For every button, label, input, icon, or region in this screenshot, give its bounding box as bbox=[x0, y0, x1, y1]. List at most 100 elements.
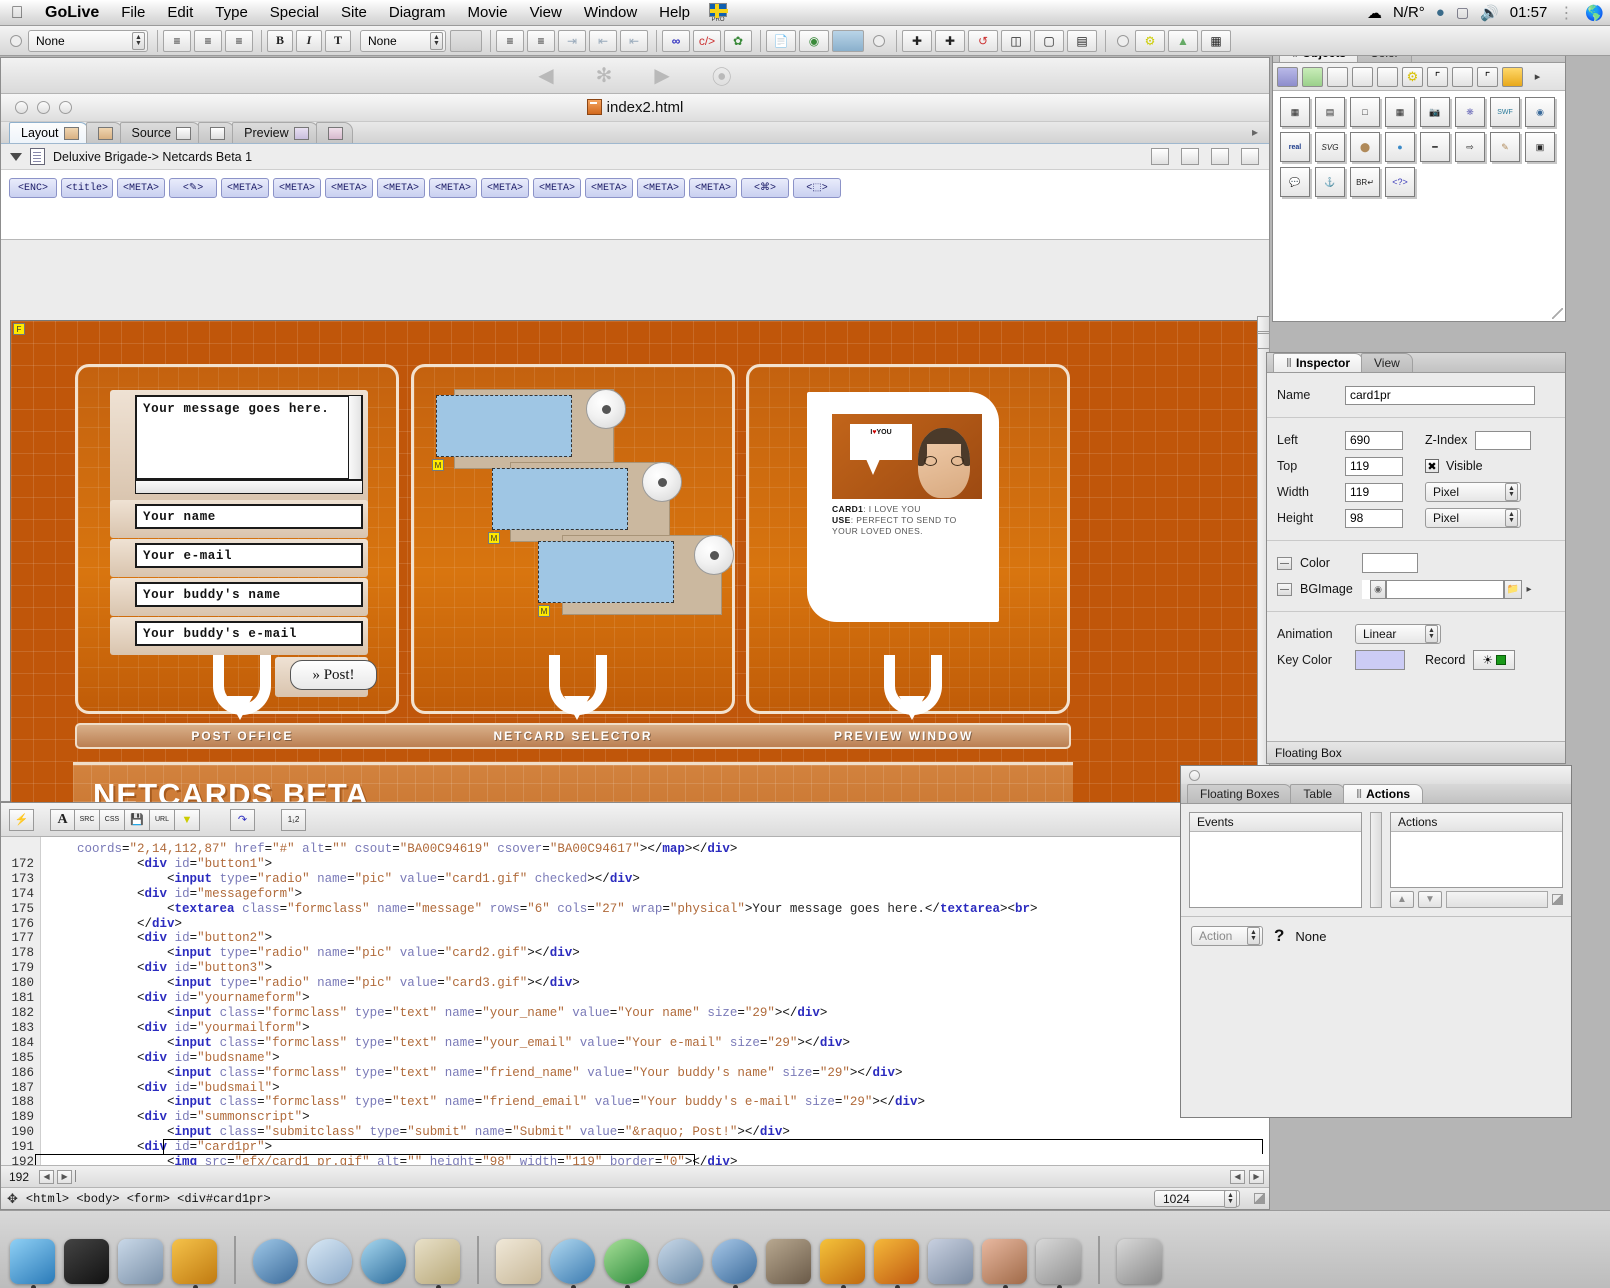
objects-palette-resize-handle[interactable] bbox=[1552, 308, 1563, 319]
marquee-object-icon[interactable]: ⇨ bbox=[1455, 132, 1485, 162]
align-right-button[interactable]: ≡ bbox=[225, 29, 253, 52]
head-tag-meta-7[interactable]: <META> bbox=[481, 178, 530, 198]
tab-overflow-icon[interactable]: ▸ bbox=[1252, 125, 1266, 141]
page-settings-icon[interactable] bbox=[1211, 148, 1229, 165]
head-tag-meta-2[interactable]: <META> bbox=[221, 178, 270, 198]
dock-sherlock-icon[interactable] bbox=[253, 1239, 298, 1284]
tab-frames[interactable] bbox=[85, 122, 123, 143]
tab-view[interactable]: View bbox=[1361, 353, 1413, 372]
dock-preview-icon[interactable] bbox=[307, 1239, 352, 1284]
category-sitemap-icon[interactable]: ⌜ bbox=[1477, 66, 1498, 87]
menu-item-diagram[interactable]: Diagram bbox=[378, 0, 457, 26]
window-size-select[interactable]: 1024 ▲ ▼ bbox=[1154, 1189, 1240, 1208]
source-scroll-right-button[interactable]: ▶ bbox=[1249, 1169, 1264, 1184]
height-unit-select[interactable]: Pixel ▲ ▼ bbox=[1425, 508, 1521, 528]
swf-object-icon[interactable]: SWF bbox=[1490, 97, 1520, 127]
comment-object-icon[interactable]: 💬 bbox=[1280, 167, 1310, 197]
dock-golive-icon[interactable] bbox=[1036, 1239, 1081, 1288]
dock-explorer-icon[interactable] bbox=[604, 1239, 649, 1288]
undo-object-button[interactable]: ↺ bbox=[968, 29, 998, 52]
image-preview-button[interactable] bbox=[832, 29, 864, 52]
site-upload-button[interactable]: ▦ bbox=[1201, 29, 1231, 52]
head-tag-meta-6[interactable]: <META> bbox=[429, 178, 478, 198]
nav-refresh-icon[interactable]: ⦿ bbox=[712, 61, 732, 90]
javascript-head-icon[interactable] bbox=[1151, 148, 1169, 165]
category-basic-icon[interactable] bbox=[1277, 66, 1298, 87]
check-syntax-button[interactable]: ⚡ bbox=[9, 808, 34, 831]
page-properties-button[interactable]: 📄 bbox=[766, 29, 796, 52]
tab-frame-preview[interactable] bbox=[315, 122, 353, 143]
tab-preview[interactable]: Preview bbox=[232, 122, 319, 143]
object-paint-icon[interactable]: ✎ bbox=[1490, 132, 1520, 162]
apple-menu-icon[interactable]:  bbox=[0, 3, 34, 23]
menu-item-window[interactable]: Window bbox=[573, 0, 648, 26]
dock-bbedit-icon[interactable] bbox=[172, 1239, 217, 1288]
line-break-object-icon[interactable]: BR↵ bbox=[1350, 167, 1380, 197]
weather-cloud-icon[interactable]: ☁ bbox=[1367, 4, 1382, 22]
head-tag-meta-11[interactable]: <META> bbox=[689, 178, 738, 198]
category-forms-icon[interactable] bbox=[1327, 66, 1348, 87]
head-tag-script[interactable]: <✎> bbox=[169, 178, 218, 198]
source-resize-handle[interactable] bbox=[1254, 1193, 1265, 1204]
src-button[interactable]: SRC bbox=[75, 808, 100, 831]
dock-terminal-icon[interactable] bbox=[64, 1239, 109, 1284]
tab-floating-boxes[interactable]: Floating Boxes bbox=[1187, 784, 1293, 803]
actions-palette-close-button[interactable] bbox=[1189, 769, 1200, 781]
menu-item-golive[interactable]: GoLive bbox=[34, 0, 110, 26]
quicktime-object-icon[interactable]: ◉ bbox=[1525, 97, 1555, 127]
dock-display-icon[interactable] bbox=[118, 1239, 163, 1284]
window-zoom-button[interactable] bbox=[59, 101, 72, 114]
source-code-area[interactable]: 172 173 174 175 176 177 178 179 180 181 182 183 184 1… bbox=[1, 837, 1269, 1165]
javascript-button[interactable]: ◉ bbox=[799, 29, 829, 52]
head-tag-meta-9[interactable]: <META> bbox=[585, 178, 634, 198]
menu-item-special[interactable]: Special bbox=[259, 0, 330, 26]
align-objects-button[interactable]: ▢ bbox=[1034, 29, 1064, 52]
dock-safari-icon[interactable] bbox=[361, 1239, 406, 1284]
help-icon[interactable]: ? bbox=[1274, 926, 1284, 946]
site-settings-button[interactable]: ⚙ bbox=[1135, 29, 1165, 52]
dock-homesite-icon[interactable] bbox=[982, 1239, 1027, 1288]
dock-quicktime-icon[interactable] bbox=[712, 1239, 757, 1288]
window-close-button[interactable] bbox=[15, 101, 28, 114]
textarea-horizontal-scrollbar[interactable] bbox=[135, 480, 363, 494]
canvas-scroll-up-button[interactable] bbox=[1257, 316, 1270, 332]
new-diagram-button[interactable]: ✚ bbox=[902, 29, 932, 52]
text-color-button[interactable] bbox=[450, 29, 482, 52]
clock[interactable]: 01:57 bbox=[1510, 4, 1548, 21]
menu-item-type[interactable]: Type bbox=[204, 0, 259, 26]
textarea-vertical-scrollbar[interactable] bbox=[348, 395, 362, 480]
head-tag-meta-4[interactable]: <META> bbox=[325, 178, 374, 198]
your-name-input[interactable]: Your name bbox=[135, 504, 363, 529]
outdent-button[interactable]: ⇤ bbox=[620, 29, 648, 52]
italic-button[interactable]: I bbox=[296, 29, 322, 52]
record-button[interactable]: ☀ bbox=[1473, 650, 1516, 670]
paragraph-style-select[interactable]: None ▲ ▼ bbox=[28, 29, 148, 52]
source-next-button[interactable]: ▶ bbox=[57, 1169, 73, 1184]
left-input[interactable]: 690 bbox=[1345, 430, 1403, 450]
category-smil-icon[interactable] bbox=[1502, 66, 1523, 87]
weather-temp[interactable]: N/R° bbox=[1393, 4, 1425, 21]
category-diagram-icon[interactable]: ⌜ bbox=[1427, 66, 1448, 87]
add-object-button[interactable]: ✚ bbox=[935, 29, 965, 52]
head-tag-meta-5[interactable]: <META> bbox=[377, 178, 426, 198]
align-left-button[interactable]: ≡ bbox=[163, 29, 191, 52]
css-button-src[interactable]: CSS bbox=[100, 808, 125, 831]
bgimage-enable-checkbox[interactable] bbox=[1277, 582, 1292, 596]
bgimage-arrow-icon[interactable]: ▸ bbox=[1522, 584, 1536, 595]
head-tag-meta-8[interactable]: <META> bbox=[533, 178, 582, 198]
nav-back-icon[interactable]: ◀ bbox=[538, 63, 553, 88]
object-info-button[interactable]: ▤ bbox=[1067, 29, 1097, 52]
dom-path[interactable]: <html> <body> <form> <div#card1pr> bbox=[26, 1192, 271, 1206]
page-doc-icon[interactable] bbox=[1241, 148, 1259, 165]
your-email-input[interactable]: Your e-mail bbox=[135, 543, 363, 568]
window-object-icon[interactable]: ▣ bbox=[1525, 132, 1555, 162]
width-unit-select[interactable]: Pixel ▲ ▼ bbox=[1425, 482, 1521, 502]
layout-grid-head-icon[interactable] bbox=[1181, 148, 1199, 165]
layout-grid-object-icon[interactable]: ▦ bbox=[1280, 97, 1310, 127]
head-tag-meta-3[interactable]: <META> bbox=[273, 178, 322, 198]
css-button[interactable]: ✿ bbox=[724, 29, 752, 52]
bgimage-point-and-shoot-icon[interactable]: ◉ bbox=[1370, 579, 1386, 599]
animation-select[interactable]: Linear ▲ ▼ bbox=[1355, 624, 1441, 644]
height-input[interactable]: 98 bbox=[1345, 508, 1403, 528]
menu-item-edit[interactable]: Edit bbox=[156, 0, 204, 26]
